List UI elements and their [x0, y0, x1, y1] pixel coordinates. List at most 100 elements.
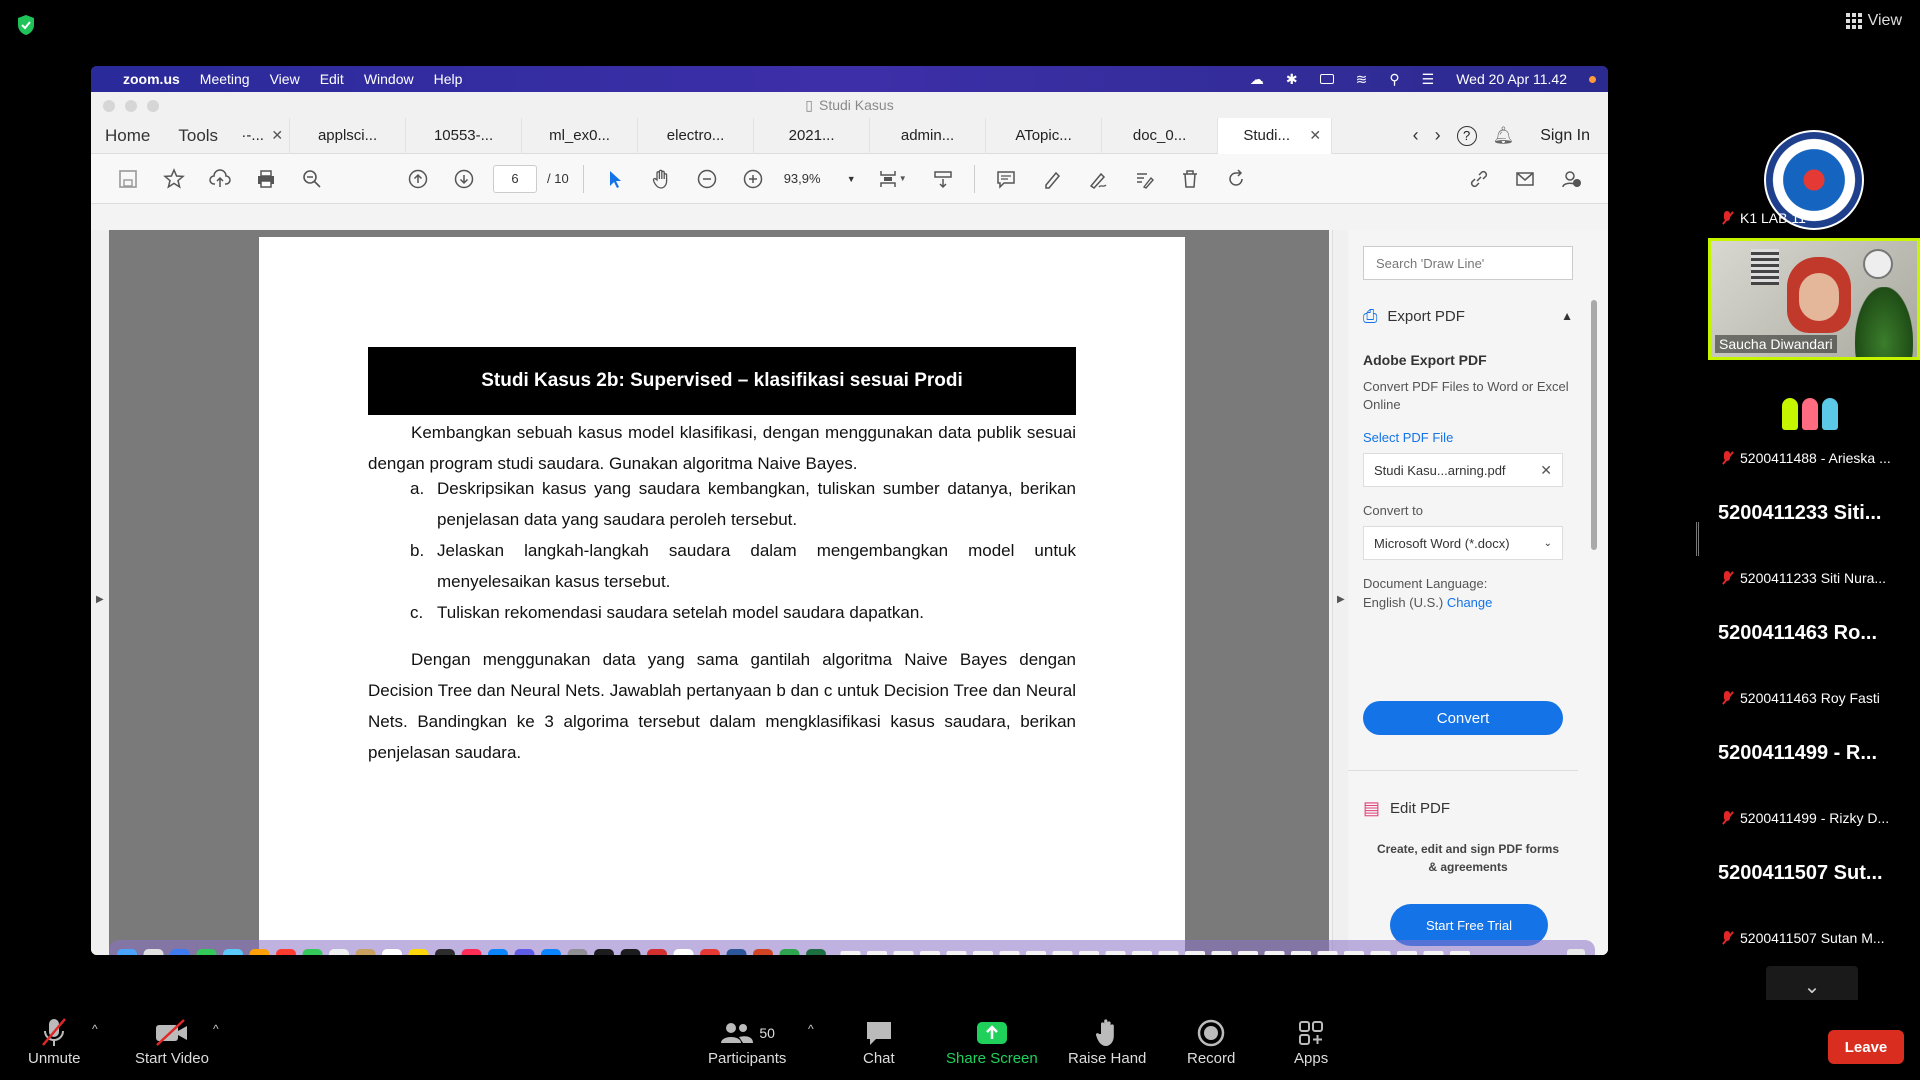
notifications-bell-icon[interactable]: 🔔︎ — [1493, 126, 1515, 146]
record-button[interactable]: Record — [1187, 1016, 1235, 1067]
dock-window-thumbnail-icon[interactable] — [1211, 951, 1232, 955]
doc-tab[interactable]: applsci... — [290, 117, 407, 154]
dock-window-thumbnail-icon[interactable] — [1185, 951, 1205, 955]
tools-search-input[interactable]: Search 'Draw Line' — [1363, 246, 1573, 280]
zoom-in-icon[interactable] — [730, 161, 776, 197]
doc-tab[interactable]: ·-... ✕ — [232, 117, 291, 154]
dock-app-icon[interactable] — [753, 949, 773, 955]
dock-window-thumbnail-icon[interactable] — [1105, 951, 1126, 955]
dock-window-thumbnail-icon[interactable] — [1291, 951, 1311, 955]
leave-meeting-button[interactable]: Leave — [1828, 1030, 1904, 1064]
app-menu[interactable]: zoom.us — [123, 71, 180, 87]
control-center-icon[interactable]: ☰ — [1422, 71, 1435, 88]
menu-view[interactable]: View — [270, 71, 300, 87]
dock-window-thumbnail-icon[interactable] — [973, 951, 993, 955]
dock-app-icon[interactable] — [514, 949, 535, 955]
participants-button[interactable]: 50 Participants — [708, 1016, 786, 1067]
home-tab[interactable]: Home — [91, 126, 164, 146]
dock-window-thumbnail-icon[interactable] — [1158, 951, 1179, 955]
document-viewport[interactable]: Studi Kasus 2b: Supervised – klasifikasi… — [109, 230, 1343, 955]
close-tab-icon[interactable]: ✕ — [1309, 127, 1321, 144]
spotlight-search-icon[interactable]: ⚲ — [1389, 71, 1399, 88]
dock-app-icon[interactable] — [700, 949, 720, 955]
highlight-pen-icon[interactable] — [1029, 161, 1075, 197]
dock-app-icon[interactable] — [408, 949, 429, 955]
close-window-button[interactable] — [103, 100, 115, 112]
email-icon[interactable] — [1502, 161, 1548, 197]
view-button[interactable]: View — [1845, 12, 1902, 30]
bluetooth-icon[interactable]: ✱ — [1286, 71, 1298, 88]
doc-tab[interactable]: 10553-... — [406, 117, 523, 154]
dock-app-icon[interactable] — [329, 949, 349, 955]
dock-window-thumbnail-icon[interactable] — [1132, 951, 1152, 955]
convert-format-select[interactable]: Microsoft Word (*.docx) ⌄ — [1363, 526, 1563, 560]
dock-app-icon[interactable] — [435, 949, 455, 955]
close-tab-icon[interactable]: ✕ — [271, 127, 283, 144]
scroll-mode-icon[interactable] — [920, 161, 966, 197]
participant-tile[interactable]: 5200411507 Sut... 5200411507 Sutan M... — [1712, 844, 1920, 954]
help-icon[interactable]: ? — [1456, 125, 1477, 146]
participants-options-caret-icon[interactable]: ^ — [808, 1022, 814, 1036]
dock-window-thumbnail-icon[interactable] — [920, 951, 940, 955]
dock-window-thumbnail-icon[interactable] — [1317, 951, 1338, 955]
dock-app-icon[interactable] — [302, 949, 323, 955]
dock-app-icon[interactable] — [276, 949, 296, 955]
doc-tab[interactable]: ml_ex0... — [522, 117, 639, 154]
dock-window-thumbnail-icon[interactable] — [999, 951, 1020, 955]
dock-app-icon[interactable] — [567, 949, 588, 955]
left-panel-toggle[interactable]: ▶ — [91, 230, 109, 955]
dock-window-thumbnail-icon[interactable] — [1052, 951, 1073, 955]
battery-icon[interactable] — [1319, 74, 1334, 84]
select-pdf-file-link[interactable]: Select PDF File — [1363, 430, 1573, 445]
previous-page-icon[interactable] — [395, 161, 441, 197]
dock-window-thumbnail-icon[interactable] — [1397, 951, 1417, 955]
dock-window-thumbnail-icon[interactable] — [1079, 951, 1099, 955]
dock-app-icon[interactable] — [249, 949, 270, 955]
delete-trash-icon[interactable] — [1167, 161, 1213, 197]
dock-app-icon[interactable] — [541, 949, 561, 955]
dock-app-icon[interactable] — [170, 949, 190, 955]
dock-window-thumbnail-icon[interactable] — [1423, 951, 1444, 955]
unmute-button[interactable]: Unmute — [28, 1016, 81, 1067]
dock-app-icon[interactable] — [806, 949, 826, 955]
participant-tile[interactable]: 5200411488 - Arieska ... — [1712, 364, 1920, 474]
raise-hand-button[interactable]: Raise Hand — [1068, 1016, 1146, 1067]
doc-tab[interactable]: ATopic... — [986, 117, 1103, 154]
wifi-icon[interactable]: ≋ — [1356, 71, 1368, 88]
dock-app-icon[interactable] — [223, 949, 243, 955]
apps-button[interactable]: Apps — [1294, 1016, 1328, 1067]
dock-app-icon[interactable] — [382, 949, 402, 955]
chat-button[interactable]: Chat — [863, 1016, 895, 1067]
right-panel-toggle[interactable]: ▶ — [1332, 230, 1348, 955]
sign-in-button[interactable]: Sign In — [1540, 127, 1590, 145]
upload-cloud-icon[interactable] — [197, 161, 243, 197]
dock-window-thumbnail-icon[interactable] — [1370, 951, 1391, 955]
menu-edit[interactable]: Edit — [320, 71, 344, 87]
doc-tab[interactable]: admin... — [870, 117, 987, 154]
menu-meeting[interactable]: Meeting — [200, 71, 250, 87]
panel-scrollbar[interactable] — [1591, 300, 1597, 550]
doc-tab[interactable]: electro... — [638, 117, 755, 154]
edit-text-icon[interactable] — [1121, 161, 1167, 197]
tab-scroll-right-icon[interactable]: › — [1435, 125, 1441, 146]
tools-tab[interactable]: Tools — [164, 126, 232, 146]
video-options-caret-icon[interactable]: ^ — [213, 1022, 219, 1036]
menu-window[interactable]: Window — [364, 71, 414, 87]
audio-options-caret-icon[interactable]: ^ — [92, 1022, 98, 1036]
dock-app-icon[interactable] — [196, 949, 217, 955]
draw-signature-icon[interactable] — [1075, 161, 1121, 197]
dock-app-icon[interactable] — [488, 949, 508, 955]
comment-icon[interactable] — [983, 161, 1029, 197]
dock-window-thumbnail-icon[interactable] — [1450, 951, 1470, 955]
dock-app-icon[interactable] — [117, 949, 137, 955]
doc-tab[interactable]: doc_0... — [1102, 117, 1219, 154]
active-speaker-tile[interactable]: Saucha Diwandari — [1708, 238, 1920, 360]
add-user-icon[interactable] — [1548, 161, 1594, 197]
clear-file-icon[interactable]: ✕ — [1540, 462, 1552, 479]
zoom-out-icon[interactable] — [684, 161, 730, 197]
edit-pdf-header[interactable]: ▤ Edit PDF — [1363, 788, 1573, 828]
dock-window-thumbnail-icon[interactable] — [1264, 951, 1285, 955]
security-shield-icon[interactable] — [16, 14, 36, 36]
participant-tile[interactable]: 5200411463 Ro... 5200411463 Roy Fasti — [1712, 604, 1920, 714]
share-screen-button[interactable]: Share Screen — [946, 1016, 1038, 1067]
